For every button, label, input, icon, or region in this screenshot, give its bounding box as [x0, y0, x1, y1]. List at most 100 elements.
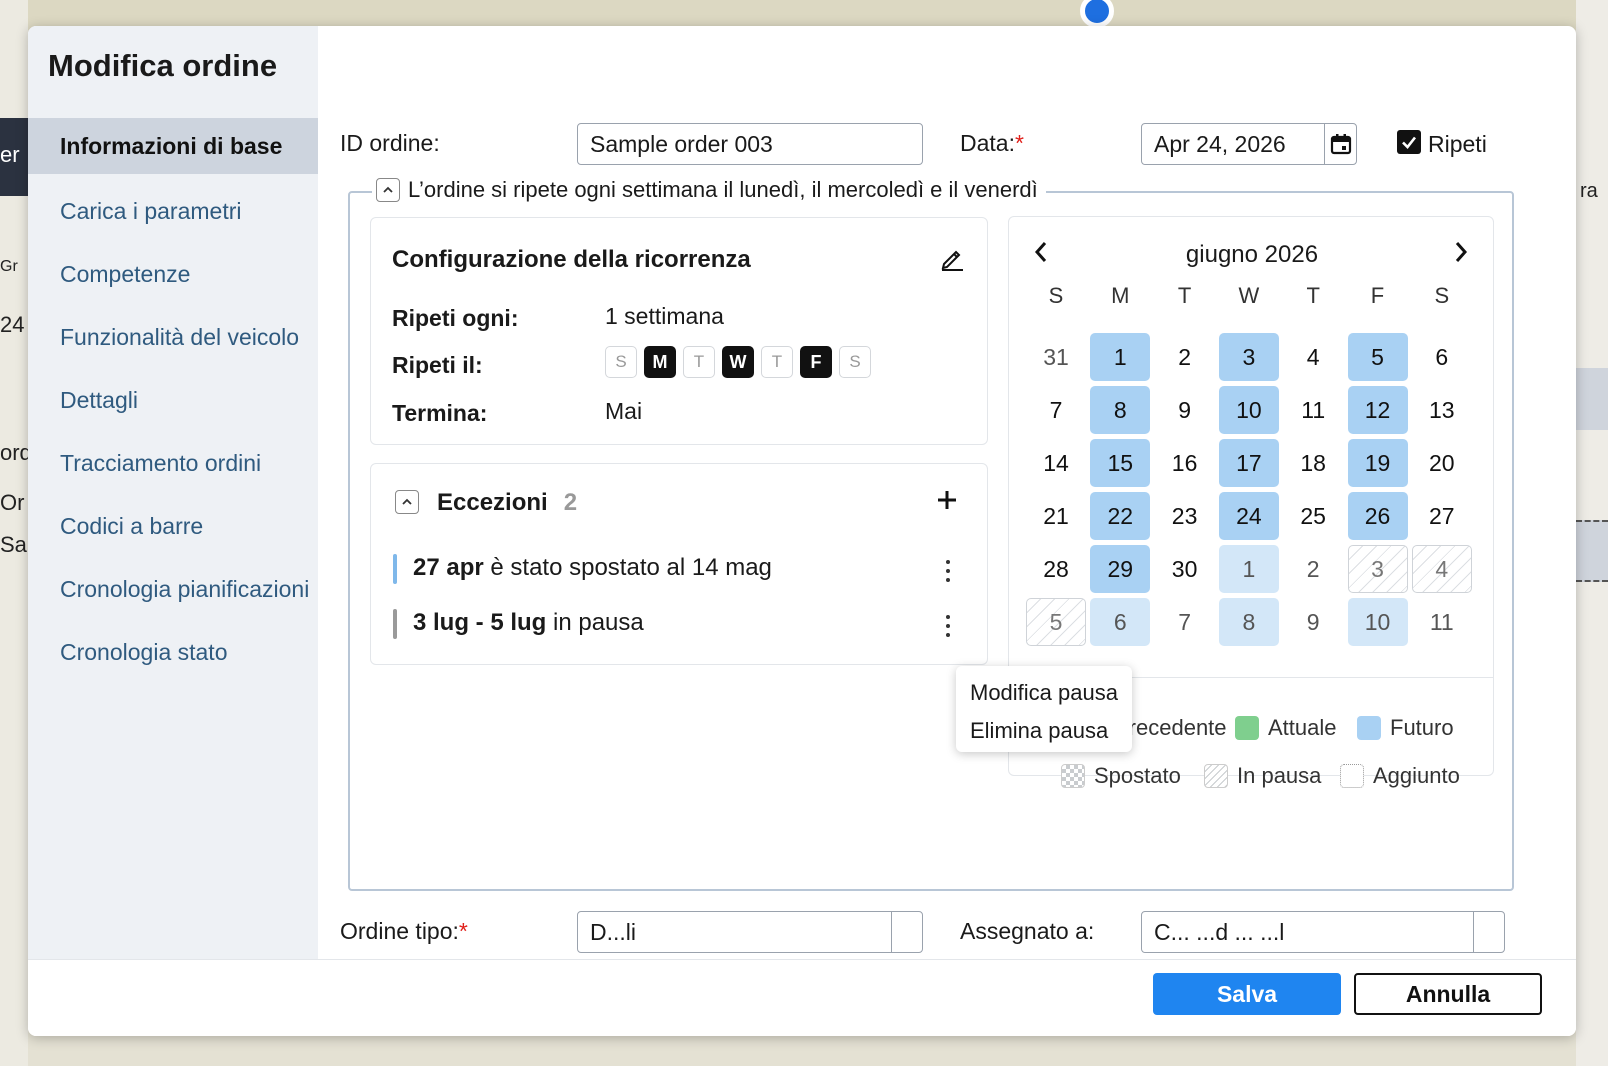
next-month-icon[interactable] — [1451, 239, 1471, 270]
calendar-day[interactable]: 5 — [1026, 598, 1086, 646]
legend-added: Aggiunto — [1340, 763, 1460, 789]
calendar-day[interactable]: 23 — [1155, 492, 1215, 540]
collapse-recurrence-button[interactable] — [376, 178, 400, 202]
calendar-day[interactable]: 3 — [1218, 333, 1279, 381]
calendar-day[interactable]: 6 — [1090, 598, 1151, 646]
collapse-exceptions-button[interactable] — [395, 490, 419, 514]
exception-item-moved: 27 apr è stato spostato al 14 mag — [393, 554, 772, 584]
calendar-day[interactable]: 6 — [1412, 333, 1472, 381]
exception-more-icon[interactable] — [938, 613, 958, 639]
sidebar-item-order-tracking[interactable]: Tracciamento ordini — [28, 432, 318, 495]
calendar-day[interactable]: 11 — [1412, 598, 1472, 646]
weekday-selector: S M T W T F S — [605, 346, 871, 378]
exception-more-icon[interactable] — [938, 558, 958, 584]
sidebar-item-barcodes[interactable]: Codici a barre — [28, 495, 318, 558]
order-id-input[interactable]: Sample order 003 — [577, 123, 923, 165]
weekday-header: M — [1111, 283, 1130, 308]
calendar-day[interactable]: 21 — [1026, 492, 1086, 540]
calendar-day[interactable]: 25 — [1283, 492, 1343, 540]
background-text: er — [0, 142, 20, 167]
order-type-select[interactable]: D...li — [577, 911, 923, 953]
sidebar-item-vehicle-features[interactable]: Funzionalità del veicolo — [28, 306, 318, 369]
weekday-monday[interactable]: M — [644, 346, 676, 378]
sidebar-item-details[interactable]: Dettagli — [28, 369, 318, 432]
repeat-checkbox[interactable] — [1397, 130, 1421, 154]
sidebar-item-skills[interactable]: Competenze — [28, 243, 318, 306]
calendar-day[interactable]: 8 — [1218, 598, 1279, 646]
calendar-day[interactable]: 1 — [1218, 545, 1279, 593]
sidebar-item-load-params[interactable]: Carica i parametri — [28, 180, 318, 243]
sidebar-item-basic-info[interactable]: Informazioni di base — [28, 118, 318, 174]
exception-text: in pausa — [546, 609, 644, 636]
calendar-day[interactable]: 7 — [1026, 386, 1086, 434]
sidebar-item-schedule-history[interactable]: Cronologia pianificazioni — [28, 558, 318, 621]
menu-item-delete-pause[interactable]: Elimina pausa — [970, 718, 1108, 744]
legend-moved: Spostato — [1061, 763, 1181, 789]
date-label: Data:* — [960, 130, 1024, 156]
date-value: Apr 24, 2026 — [1154, 130, 1286, 157]
edit-pencil-icon[interactable] — [939, 245, 965, 276]
weekday-header: T — [1177, 283, 1192, 308]
dialog-title: Modifica ordine — [48, 48, 278, 83]
calendar-day[interactable]: 13 — [1412, 386, 1472, 434]
calendar-day[interactable]: 3 — [1347, 545, 1408, 593]
weekday-thursday[interactable]: T — [761, 346, 793, 378]
calendar-day[interactable]: 18 — [1283, 439, 1343, 487]
calendar-day[interactable]: 11 — [1283, 386, 1343, 434]
sidebar-item-status-history[interactable]: Cronologia stato — [28, 621, 318, 684]
legend-swatch — [1357, 716, 1381, 740]
cancel-button[interactable]: Annulla — [1354, 973, 1542, 1015]
assigned-select[interactable]: C... ...d ... ...l — [1141, 911, 1505, 953]
calendar-day[interactable]: 20 — [1412, 439, 1472, 487]
calendar-day[interactable]: 19 — [1347, 439, 1408, 487]
calendar-day[interactable]: 2 — [1155, 333, 1215, 381]
calendar-day[interactable]: 29 — [1090, 545, 1151, 593]
weekday-header: S — [1048, 283, 1064, 308]
date-input[interactable]: Apr 24, 2026 — [1141, 123, 1357, 165]
calendar-day[interactable]: 30 — [1155, 545, 1215, 593]
required-mark: * — [1014, 130, 1024, 156]
calendar-day[interactable]: 14 — [1026, 439, 1086, 487]
calendar-day[interactable]: 10 — [1347, 598, 1408, 646]
calendar-day[interactable]: 8 — [1090, 386, 1151, 434]
edit-order-dialog: Modifica ordine Informazioni di base Car… — [28, 26, 1576, 1036]
calendar-day[interactable]: 15 — [1090, 439, 1151, 487]
background-text: ra — [1580, 180, 1598, 202]
calendar-day[interactable]: 10 — [1218, 386, 1279, 434]
calendar-day[interactable]: 4 — [1411, 545, 1472, 593]
recurrence-summary: L’ordine si ripete ogni settimana il lun… — [372, 177, 1046, 203]
repeat-every-value: 1 settimana — [605, 303, 724, 329]
calendar-day[interactable]: 26 — [1347, 492, 1408, 540]
legend-swatch — [1340, 764, 1364, 788]
save-button[interactable]: Salva — [1153, 973, 1341, 1015]
assigned-label: Assegnato a: — [960, 918, 1095, 944]
exceptions-title: Eccezioni 2 — [437, 489, 578, 516]
exception-item-paused: 3 lug - 5 lug in pausa — [393, 609, 644, 639]
calendar-day[interactable]: 17 — [1218, 439, 1279, 487]
menu-item-edit-pause[interactable]: Modifica pausa — [970, 680, 1118, 706]
calendar-day[interactable]: 22 — [1090, 492, 1151, 540]
calendar-day[interactable]: 27 — [1412, 492, 1472, 540]
weekday-saturday[interactable]: S — [839, 346, 871, 378]
calendar-day[interactable]: 2 — [1283, 545, 1343, 593]
calendar-day[interactable]: 7 — [1155, 598, 1215, 646]
calendar-day[interactable]: 4 — [1283, 333, 1343, 381]
weekday-friday[interactable]: F — [800, 346, 832, 378]
calendar-day[interactable]: 28 — [1026, 545, 1086, 593]
calendar-day[interactable]: 9 — [1283, 598, 1343, 646]
weekday-tuesday[interactable]: T — [683, 346, 715, 378]
background-text: Gr — [0, 258, 18, 275]
calendar-day[interactable]: 1 — [1090, 333, 1151, 381]
legend-swatch — [1235, 716, 1259, 740]
add-exception-icon[interactable] — [935, 488, 959, 517]
calendar-day[interactable]: 12 — [1347, 386, 1408, 434]
calendar-day[interactable]: 5 — [1347, 333, 1408, 381]
calendar-picker-icon[interactable] — [1324, 124, 1356, 164]
calendar-day[interactable]: 24 — [1218, 492, 1279, 540]
calendar-day[interactable]: 31 — [1026, 333, 1086, 381]
calendar-day[interactable]: 9 — [1155, 386, 1215, 434]
calendar-day[interactable]: 16 — [1155, 439, 1215, 487]
weekday-sunday[interactable]: S — [605, 346, 637, 378]
weekday-wednesday[interactable]: W — [722, 346, 754, 378]
ends-value: Mai — [605, 398, 643, 424]
